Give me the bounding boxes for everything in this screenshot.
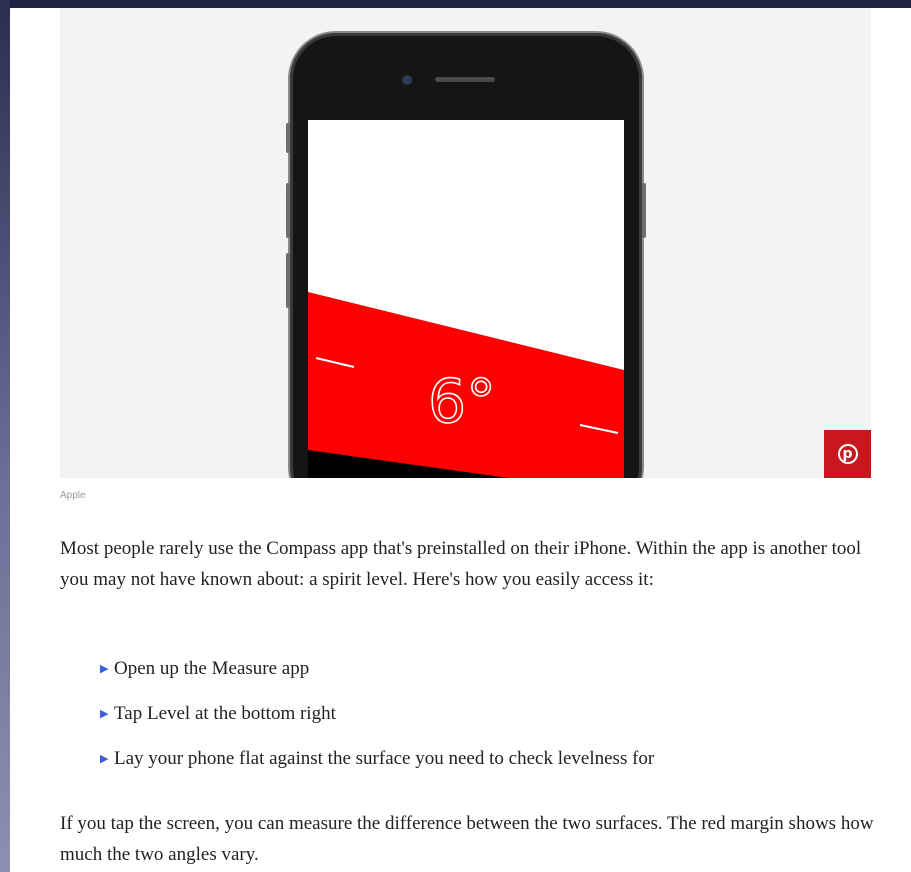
level-app-screen: 6° — [308, 120, 624, 478]
steps-list: ▶ Open up the Measure app ▶ Tap Level at… — [100, 653, 654, 788]
list-item: ▶ Tap Level at the bottom right — [100, 698, 654, 743]
image-caption: Apple — [60, 490, 86, 501]
phone-volume-down — [286, 253, 290, 308]
front-camera — [402, 75, 412, 85]
window-left-edge — [0, 0, 10, 872]
pinterest-icon: p — [837, 444, 858, 464]
phone-mute-switch — [286, 123, 290, 153]
closing-paragraph: If you tap the screen, you can measure t… — [60, 813, 874, 865]
iphone-illustration: 6° — [286, 33, 646, 478]
article-page: 6° p Apple Most people rarely use the Co… — [10, 8, 911, 872]
step-text: Lay your phone flat against the surface … — [114, 748, 655, 769]
step-text: Open up the Measure app — [114, 658, 310, 679]
list-item: ▶ Lay your phone flat against the surfac… — [100, 743, 654, 788]
step-text: Tap Level at the bottom right — [114, 703, 336, 724]
phone-volume-up — [286, 183, 290, 238]
level-reading: 6° — [428, 367, 496, 437]
phone-power-button — [642, 183, 646, 238]
intro-paragraph: Most people rarely use the Compass app t… — [60, 538, 862, 590]
list-item: ▶ Open up the Measure app — [100, 653, 654, 698]
bullet-triangle-icon: ▶ — [100, 707, 109, 720]
article-hero-image: 6° p — [60, 8, 871, 478]
browser-top-edge — [0, 0, 911, 8]
earpiece-speaker — [435, 77, 495, 82]
pinterest-save-button[interactable]: p — [824, 430, 871, 478]
level-graphic: 6° — [308, 292, 624, 478]
bullet-triangle-icon: ▶ — [100, 662, 109, 675]
bullet-triangle-icon: ▶ — [100, 752, 109, 765]
